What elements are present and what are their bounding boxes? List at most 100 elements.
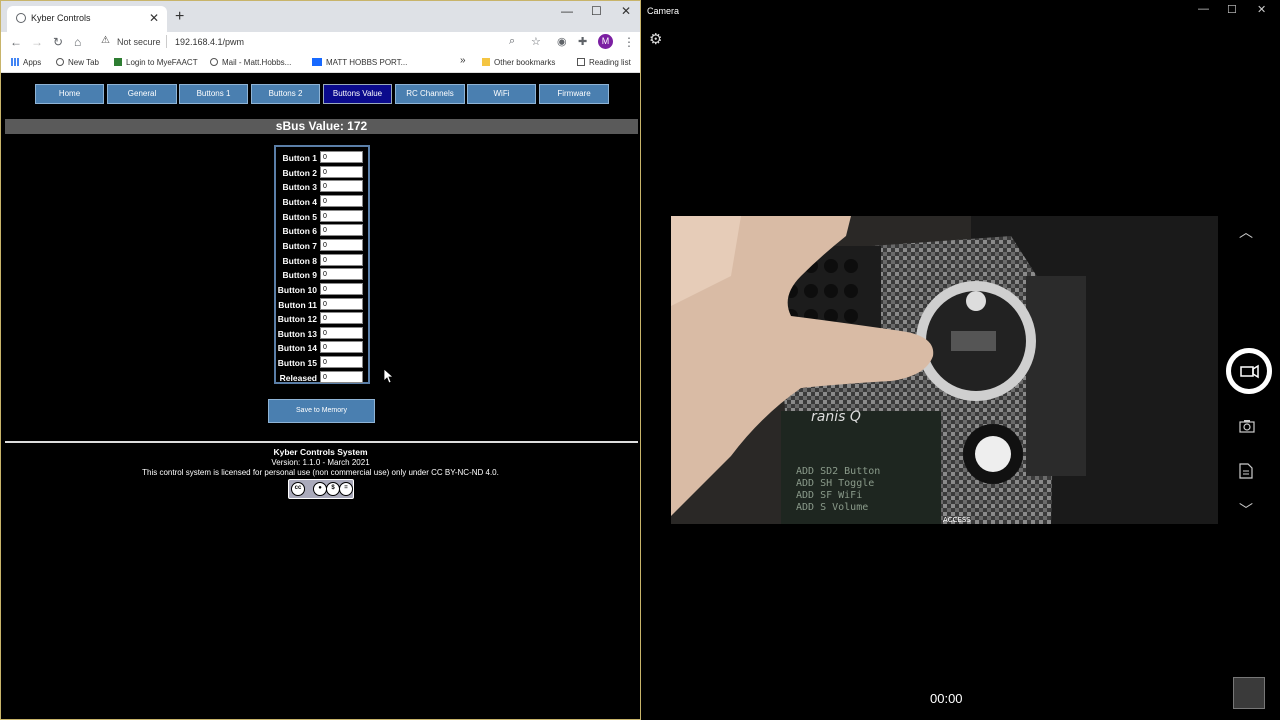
close-window-icon[interactable]: ✕ xyxy=(621,4,631,18)
photo-camera-icon[interactable] xyxy=(1239,419,1255,436)
button-value-field[interactable]: 0 xyxy=(320,268,363,281)
button-value-field[interactable]: 0 xyxy=(320,209,363,222)
button-value-field[interactable]: 0 xyxy=(320,312,363,325)
footer-version: Version: 1.1.0 - March 2021 xyxy=(271,458,370,467)
reload-icon[interactable]: ↻ xyxy=(53,35,63,49)
button-value-field[interactable]: 0 xyxy=(320,282,363,295)
button-value-row: Button 15 0 xyxy=(276,356,368,370)
close-window-icon[interactable]: ✕ xyxy=(1257,3,1266,16)
chevron-up-icon[interactable]: ︿ xyxy=(1239,222,1253,242)
bookmarks-overflow[interactable]: » xyxy=(460,55,466,66)
nav-home-button[interactable]: Home xyxy=(35,84,104,104)
bookmark-mail[interactable]: Mail - Matt.Hobbs... xyxy=(210,58,291,67)
warning-icon: ⚠ xyxy=(101,35,110,46)
puzzle-icon[interactable]: ✚ xyxy=(578,35,587,48)
web-page: Home General Buttons 1 Buttons 2 Buttons… xyxy=(1,74,640,719)
extension-circle-icon[interactable]: ◉ xyxy=(557,35,567,48)
nd-icon: = xyxy=(339,482,353,496)
button-label: Button 14 xyxy=(277,343,317,354)
button-value-row: Button 80 xyxy=(276,253,368,268)
button-label: Button 8 xyxy=(282,255,317,266)
button-value-row: Button 40 xyxy=(276,194,368,209)
last-capture-thumbnail[interactable] xyxy=(1233,677,1265,709)
lcd-text: ADD SH Toggle xyxy=(796,478,874,489)
nav-rc-channels-button[interactable]: RC Channels xyxy=(395,84,465,104)
new-tab-icon[interactable]: + xyxy=(175,8,184,26)
button-value-field[interactable]: 0 xyxy=(320,253,363,266)
maximize-icon[interactable]: ☐ xyxy=(1227,3,1237,16)
button-value-field[interactable]: 0 xyxy=(320,370,363,383)
star-icon[interactable]: ☆ xyxy=(531,35,541,48)
by-icon: ● xyxy=(313,482,327,496)
behance-icon xyxy=(312,58,322,66)
minimize-icon[interactable]: — xyxy=(1198,3,1209,15)
record-video-button[interactable] xyxy=(1226,348,1272,394)
button-value-row: Button 14 0 xyxy=(276,341,368,355)
button-label: Released xyxy=(279,372,317,383)
button-value-field[interactable]: 0 xyxy=(320,165,363,178)
button-value-row: Button 13 0 xyxy=(276,326,368,341)
button-value-row: Button 20 xyxy=(276,165,368,180)
browser-toolbar: ← → ↻ ⌂ ⚠ Not secure 192.168.4.1/pwm ⌕ ☆… xyxy=(1,32,640,52)
nav-buttons2-button[interactable]: Buttons 2 xyxy=(251,84,320,104)
gear-icon[interactable]: ⚙ xyxy=(649,30,662,48)
tab-strip: Kyber Controls ✕ + — ☐ ✕ xyxy=(1,1,640,32)
nc-icon: $ xyxy=(326,482,340,496)
close-tab-icon[interactable]: ✕ xyxy=(149,11,159,25)
button-label: Button 13 xyxy=(277,328,317,339)
nav-buttons-value-button[interactable]: Buttons Value xyxy=(323,84,392,104)
button-label: Button 7 xyxy=(282,240,317,251)
avatar[interactable]: M xyxy=(598,34,613,49)
button-value-field[interactable]: 0 xyxy=(320,326,363,339)
nav-buttons1-button[interactable]: Buttons 1 xyxy=(179,84,248,104)
nav-firmware-button[interactable]: Firmware xyxy=(539,84,609,104)
button-value-field[interactable]: 0 xyxy=(320,297,363,310)
button-label: Button 12 xyxy=(277,314,317,325)
lcd-text: ADD SD2 Button xyxy=(796,466,880,477)
button-value-row: Button 10 xyxy=(276,151,368,165)
apps-grid-icon xyxy=(11,58,19,66)
button-value-field[interactable]: 0 xyxy=(320,224,363,237)
browser-tab[interactable]: Kyber Controls ✕ xyxy=(7,6,167,32)
button-value-field[interactable]: 0 xyxy=(320,151,363,163)
forward-icon[interactable]: → xyxy=(31,35,43,49)
bookmark-myefaact[interactable]: Login to MyeFAACT xyxy=(114,58,198,67)
back-icon[interactable]: ← xyxy=(10,35,22,49)
bookmark-new-tab[interactable]: New Tab xyxy=(56,58,99,67)
nav-general-button[interactable]: General xyxy=(107,84,177,104)
document-scan-icon[interactable] xyxy=(1239,463,1253,482)
save-to-memory-button[interactable]: Save to Memory xyxy=(268,399,375,423)
button-value-row: Button 50 xyxy=(276,209,368,224)
button-label: Button 11 xyxy=(278,299,317,310)
button-value-row: Button 70 xyxy=(276,238,368,253)
button-value-field[interactable]: 0 xyxy=(320,238,363,251)
divider xyxy=(5,441,638,443)
button-value-field[interactable]: 0 xyxy=(320,341,363,354)
bookmark-reading-list[interactable]: Reading list xyxy=(577,58,631,67)
brand-text: ranis Q xyxy=(811,409,861,425)
home-icon[interactable]: ⌂ xyxy=(74,35,81,49)
lcd-text: ADD SF WiFi xyxy=(796,490,862,501)
button-label: Button 2 xyxy=(282,167,317,178)
button-value-field[interactable]: 0 xyxy=(320,356,363,369)
bookmark-apps[interactable]: Apps xyxy=(11,58,41,67)
bookmark-other[interactable]: Other bookmarks xyxy=(482,58,555,67)
button-value-row: Button 10 0 xyxy=(276,282,368,297)
button-value-row: Button 30 xyxy=(276,180,368,194)
kebab-menu-icon[interactable]: ⋮ xyxy=(623,35,635,49)
minimize-icon[interactable]: — xyxy=(561,4,573,18)
button-value-field[interactable]: 0 xyxy=(320,194,363,207)
button-label: Button 1 xyxy=(282,153,317,163)
button-label: Button 9 xyxy=(282,270,317,281)
button-value-field[interactable]: 0 xyxy=(320,180,363,193)
cc-license-badge[interactable]: cc ● $ = xyxy=(288,479,354,499)
bookmark-portfolio[interactable]: MATT HOBBS PORT... xyxy=(312,58,407,67)
nav-wifi-button[interactable]: WiFi xyxy=(467,84,536,104)
chevron-down-icon[interactable]: ﹀ xyxy=(1239,500,1253,520)
buttons-value-table: Button 1 0 Button 2 0 Button 3 0 Button 4 0 Butt… xyxy=(274,145,370,384)
divider xyxy=(166,35,167,48)
button-label: Button 10 xyxy=(277,284,317,295)
button-value-row: Button 90 xyxy=(276,268,368,282)
zoom-icon[interactable]: ⌕ xyxy=(509,35,515,48)
maximize-icon[interactable]: ☐ xyxy=(591,4,602,18)
